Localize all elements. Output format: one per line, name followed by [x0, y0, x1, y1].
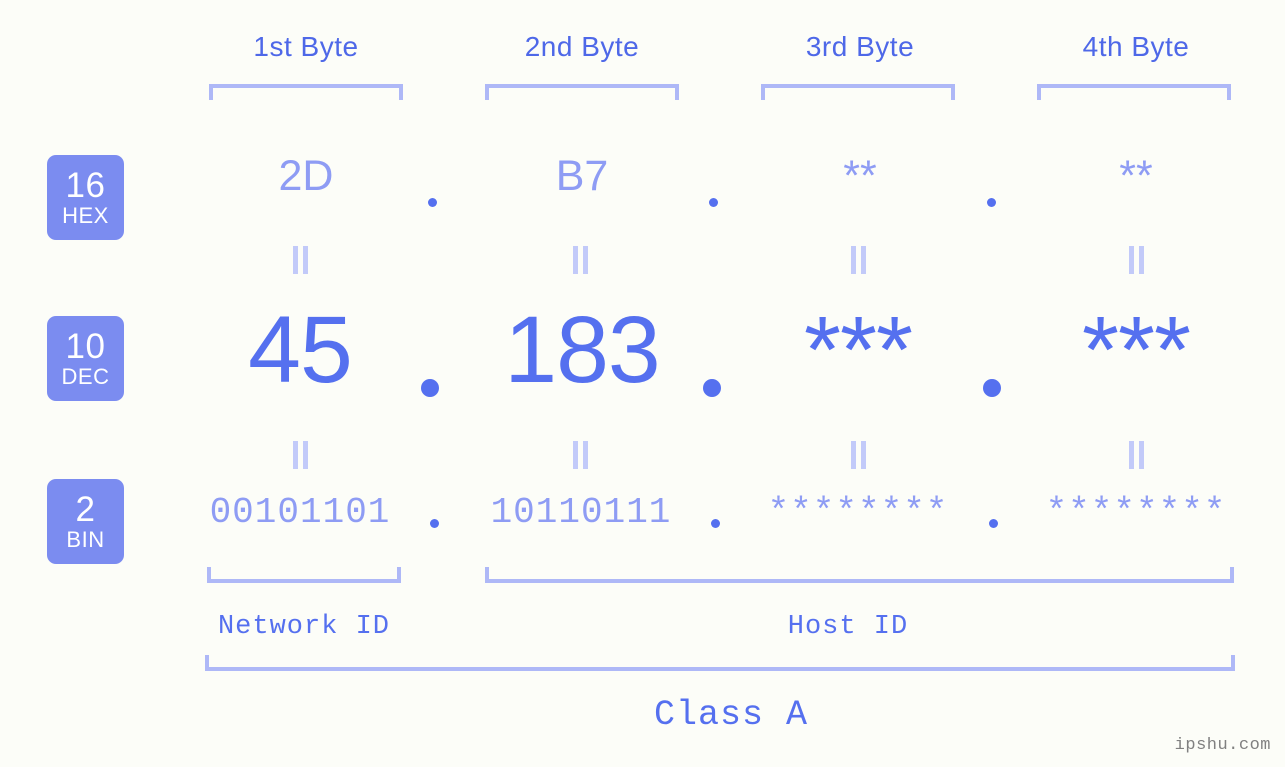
- byte-bracket-1: [209, 84, 403, 100]
- base-badge-hex-abbr: HEX: [62, 203, 109, 228]
- base-badge-bin-number: 2: [75, 490, 96, 529]
- bin-value-byte-4: ********: [1045, 492, 1227, 533]
- bin-value-byte-1: 00101101: [209, 492, 391, 533]
- network-id-bracket: [207, 567, 401, 583]
- class-label: Class A: [653, 695, 809, 735]
- dec-value-byte-3: ***: [804, 297, 913, 403]
- dec-separator-dot-1: [421, 379, 439, 397]
- equals-mark-hex-dec-2: [570, 246, 592, 274]
- byte-header-label-2: 2nd Byte: [524, 31, 640, 62]
- equals-mark-hex-dec-4: [1126, 246, 1148, 274]
- equals-mark-dec-bin-1: [290, 441, 312, 469]
- equals-mark-dec-bin-3: [848, 441, 870, 469]
- base-badge-bin: 2 BIN: [47, 479, 124, 564]
- byte-bracket-3: [761, 84, 955, 100]
- byte-header-label-4: 4th Byte: [1082, 31, 1190, 62]
- dec-value-byte-2: 183: [504, 297, 661, 403]
- equals-mark-dec-bin-2: [570, 441, 592, 469]
- byte-header-label-3: 3rd Byte: [805, 31, 915, 62]
- ip-address-breakdown-diagram: 1st Byte 2nd Byte 3rd Byte 4th Byte 16 H…: [0, 0, 1285, 767]
- base-badge-dec: 10 DEC: [47, 316, 124, 401]
- dec-value-byte-1: 45: [248, 297, 353, 403]
- equals-mark-dec-bin-4: [1126, 441, 1148, 469]
- byte-header-label-1: 1st Byte: [253, 31, 359, 62]
- dec-separator-dot-3: [983, 379, 1001, 397]
- hex-separator-dot-1: [428, 198, 437, 207]
- equals-mark-hex-dec-1: [290, 246, 312, 274]
- hex-value-byte-1: 2D: [278, 152, 334, 200]
- host-id-label: Host ID: [787, 612, 909, 642]
- hex-separator-dot-3: [987, 198, 996, 207]
- hex-value-byte-3: **: [843, 152, 877, 200]
- equals-mark-hex-dec-3: [848, 246, 870, 274]
- hex-value-byte-4: **: [1119, 152, 1153, 200]
- bin-value-byte-2: 10110111: [490, 492, 672, 533]
- network-id-label: Network ID: [217, 612, 391, 642]
- byte-bracket-2: [485, 84, 679, 100]
- dec-separator-dot-2: [703, 379, 721, 397]
- base-badge-dec-abbr: DEC: [61, 364, 110, 389]
- bin-separator-dot-1: [430, 519, 439, 528]
- site-watermark: ipshu.com: [1174, 736, 1271, 755]
- hex-value-byte-2: B7: [555, 152, 609, 200]
- class-bracket: [205, 655, 1235, 671]
- bin-separator-dot-3: [989, 519, 998, 528]
- hex-separator-dot-2: [709, 198, 718, 207]
- base-badge-hex-number: 16: [65, 166, 106, 205]
- base-badge-dec-number: 10: [65, 327, 106, 366]
- bin-value-byte-3: ********: [767, 492, 949, 533]
- base-badge-bin-abbr: BIN: [66, 527, 105, 552]
- bin-separator-dot-2: [711, 519, 720, 528]
- dec-value-byte-4: ***: [1082, 297, 1191, 403]
- byte-bracket-4: [1037, 84, 1231, 100]
- host-id-bracket: [485, 567, 1234, 583]
- base-badge-hex: 16 HEX: [47, 155, 124, 240]
